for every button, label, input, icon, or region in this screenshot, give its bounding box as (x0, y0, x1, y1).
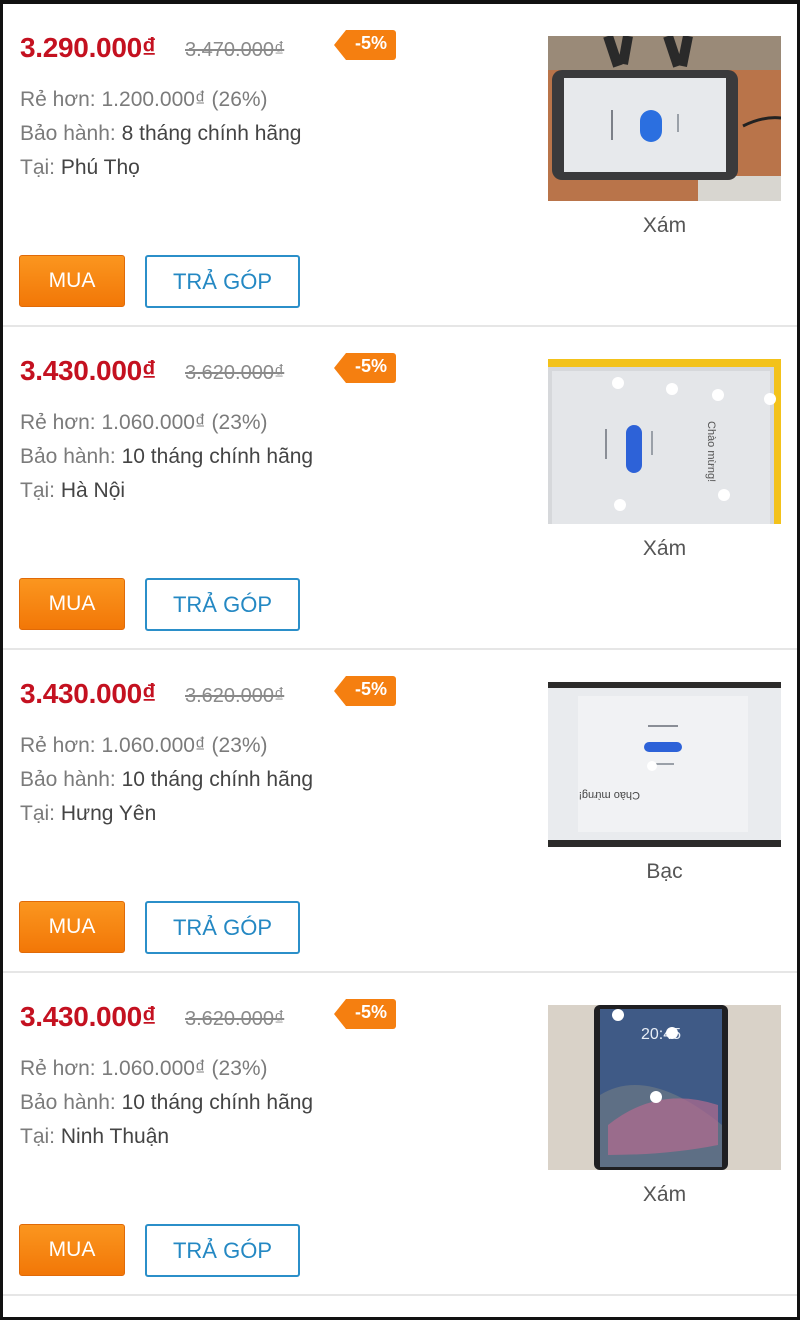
screenshot-frame (0, 0, 800, 1320)
